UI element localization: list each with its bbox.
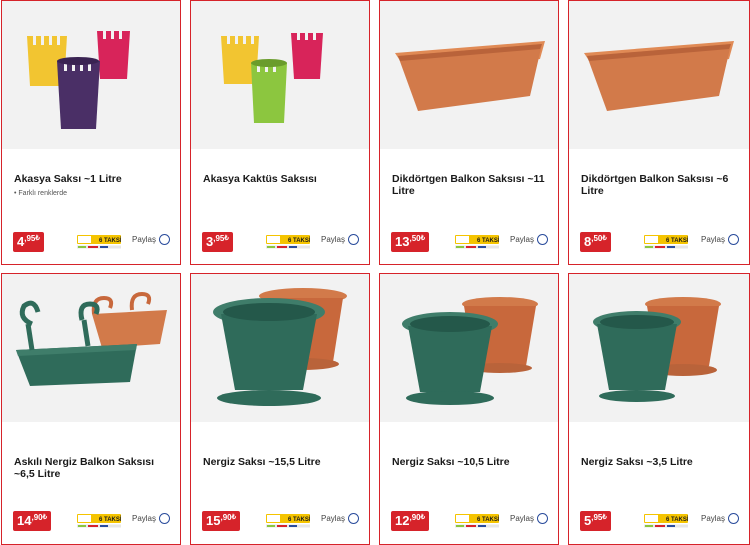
price-decimal: ,95 — [24, 234, 36, 243]
currency-symbol: ₺ — [231, 514, 237, 521]
price-tag: 5,95₺ — [580, 511, 611, 531]
price-decimal: ,95 — [213, 234, 225, 243]
product-card[interactable]: Dikdörtgen Balkon Saksısı ~6 Litre 8,50₺… — [568, 0, 750, 265]
price-tag: 4,95₺ — [13, 232, 44, 252]
installment-badge: 6 TAKSİT — [266, 514, 310, 528]
share-control[interactable]: Paylaş — [321, 234, 359, 245]
share-control[interactable]: Paylaş — [321, 513, 359, 524]
currency-symbol: ₺ — [42, 514, 48, 521]
share-circle-icon[interactable] — [159, 513, 170, 524]
product-title[interactable]: Askılı Nergiz Balkon Saksısı ~6,5 Litre — [14, 456, 170, 480]
price-tag: 14,90₺ — [13, 511, 52, 531]
installment-badge: 6 TAKSİT — [266, 235, 310, 249]
currency-symbol: ₺ — [420, 514, 426, 521]
share-label[interactable]: Paylaş — [701, 235, 725, 244]
product-card[interactable]: Dikdörtgen Balkon Saksısı ~11 Litre 13,5… — [379, 0, 559, 265]
currency-symbol: ₺ — [35, 235, 40, 242]
product-image[interactable] — [380, 274, 558, 422]
product-card[interactable]: Askılı Nergiz Balkon Saksısı ~6,5 Litre … — [1, 273, 181, 545]
installment-badge: 6 TAKSİT — [77, 514, 121, 528]
currency-symbol: ₺ — [224, 235, 229, 242]
price-integer: 15 — [206, 513, 221, 528]
product-image[interactable] — [191, 1, 369, 149]
share-label[interactable]: Paylaş — [132, 514, 156, 523]
svg-text:6 TAKSİT: 6 TAKSİT — [288, 237, 310, 244]
price-tag: 13,50₺ — [391, 232, 430, 252]
currency-symbol: ₺ — [420, 235, 426, 242]
price-tag: 15,90₺ — [202, 511, 241, 531]
price-decimal: ,50 — [409, 234, 421, 243]
svg-text:6 TAKSİT: 6 TAKSİT — [477, 237, 499, 244]
svg-text:6 TAKSİT: 6 TAKSİT — [477, 516, 499, 523]
svg-text:6 TAKSİT: 6 TAKSİT — [666, 516, 688, 523]
share-label[interactable]: Paylaş — [321, 514, 345, 523]
share-label[interactable]: Paylaş — [510, 514, 534, 523]
share-label[interactable]: Paylaş — [321, 235, 345, 244]
product-image[interactable] — [2, 1, 180, 149]
installment-badge: 6 TAKSİT — [644, 235, 688, 249]
product-card[interactable]: Nergiz Saksı ~10,5 Litre 12,90₺ 6 TAKSİT… — [379, 273, 559, 545]
share-circle-icon[interactable] — [537, 234, 548, 245]
price-tag: 8,50₺ — [580, 232, 611, 252]
share-label[interactable]: Paylaş — [701, 514, 725, 523]
share-circle-icon[interactable] — [348, 513, 359, 524]
price-integer: 13 — [395, 234, 410, 249]
svg-text:6 TAKSİT: 6 TAKSİT — [666, 237, 688, 244]
price-integer: 14 — [17, 513, 32, 528]
price-decimal: ,90 — [31, 513, 43, 522]
product-title[interactable]: Dikdörtgen Balkon Saksısı ~6 Litre — [581, 173, 739, 197]
product-image[interactable] — [380, 1, 558, 149]
product-grid: Akasya Saksı ~1 Litre • Farklı renklerde… — [0, 0, 750, 545]
share-circle-icon[interactable] — [537, 513, 548, 524]
currency-symbol: ₺ — [602, 514, 607, 521]
product-image[interactable] — [569, 274, 749, 422]
product-card[interactable]: Akasya Saksı ~1 Litre • Farklı renklerde… — [1, 0, 181, 265]
share-circle-icon[interactable] — [728, 234, 739, 245]
product-note: • Farklı renklerde — [14, 190, 68, 197]
share-circle-icon[interactable] — [159, 234, 170, 245]
product-title[interactable]: Nergiz Saksı ~15,5 Litre — [203, 456, 359, 468]
product-card[interactable]: Akasya Kaktüs Saksısı 3,95₺ 6 TAKSİT Pay… — [190, 0, 370, 265]
share-control[interactable]: Paylaş — [132, 513, 170, 524]
currency-symbol: ₺ — [602, 235, 607, 242]
price-tag: 3,95₺ — [202, 232, 233, 252]
product-title[interactable]: Akasya Saksı ~1 Litre — [14, 173, 170, 185]
installment-badge: 6 TAKSİT — [455, 514, 499, 528]
share-circle-icon[interactable] — [348, 234, 359, 245]
svg-text:6 TAKSİT: 6 TAKSİT — [99, 237, 121, 244]
product-card[interactable]: Nergiz Saksı ~15,5 Litre 15,90₺ 6 TAKSİT… — [190, 273, 370, 545]
share-control[interactable]: Paylaş — [132, 234, 170, 245]
share-label[interactable]: Paylaş — [510, 235, 534, 244]
share-control[interactable]: Paylaş — [701, 234, 739, 245]
product-card[interactable]: Nergiz Saksı ~3,5 Litre 5,95₺ 6 TAKSİT P… — [568, 273, 750, 545]
share-control[interactable]: Paylaş — [510, 513, 548, 524]
price-decimal: ,90 — [409, 513, 421, 522]
product-title[interactable]: Akasya Kaktüs Saksısı — [203, 173, 359, 185]
price-decimal: ,50 — [591, 234, 603, 243]
price-decimal: ,90 — [220, 513, 232, 522]
installment-badge: 6 TAKSİT — [77, 235, 121, 249]
product-title[interactable]: Nergiz Saksı ~10,5 Litre — [392, 456, 548, 468]
svg-text:6 TAKSİT: 6 TAKSİT — [99, 516, 121, 523]
product-title[interactable]: Dikdörtgen Balkon Saksısı ~11 Litre — [392, 173, 548, 197]
price-decimal: ,95 — [591, 513, 603, 522]
installment-badge: 6 TAKSİT — [455, 235, 499, 249]
product-title[interactable]: Nergiz Saksı ~3,5 Litre — [581, 456, 739, 468]
svg-text:6 TAKSİT: 6 TAKSİT — [288, 516, 310, 523]
share-label[interactable]: Paylaş — [132, 235, 156, 244]
product-image[interactable] — [191, 274, 369, 422]
share-circle-icon[interactable] — [728, 513, 739, 524]
share-control[interactable]: Paylaş — [701, 513, 739, 524]
installment-badge: 6 TAKSİT — [644, 514, 688, 528]
product-image[interactable] — [2, 274, 180, 422]
share-control[interactable]: Paylaş — [510, 234, 548, 245]
product-image[interactable] — [569, 1, 749, 149]
price-tag: 12,90₺ — [391, 511, 430, 531]
price-integer: 12 — [395, 513, 410, 528]
